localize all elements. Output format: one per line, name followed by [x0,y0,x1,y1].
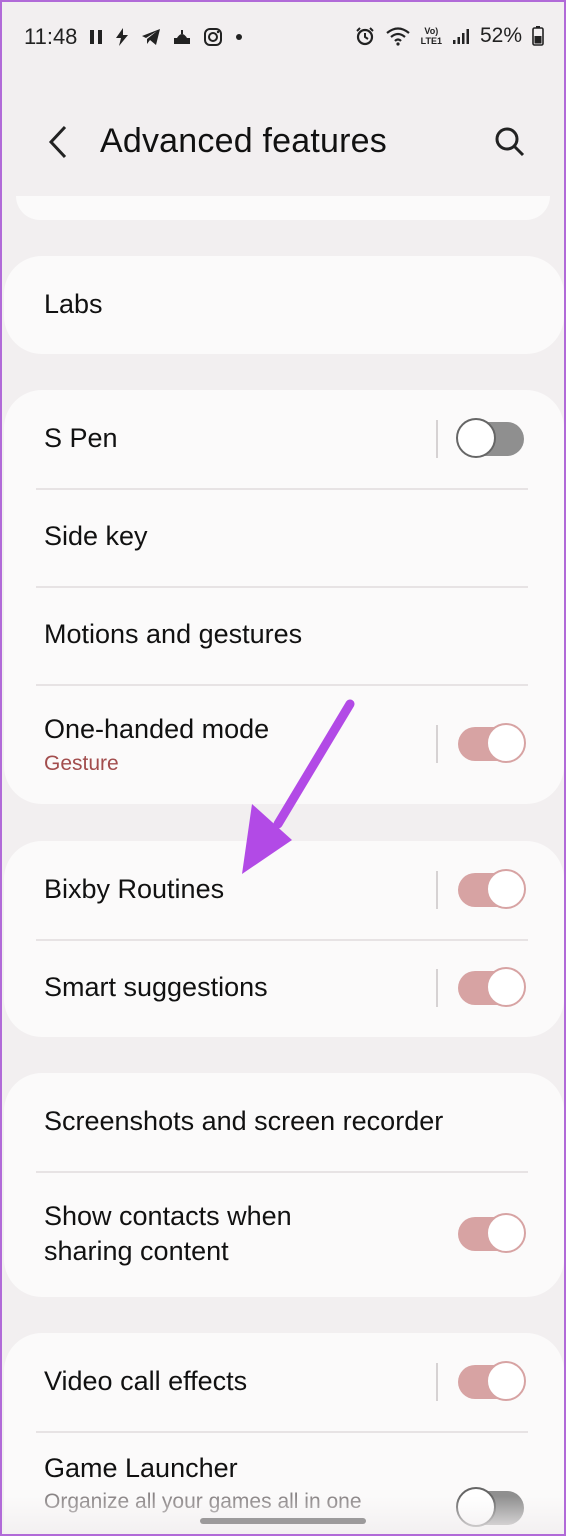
setting-label: Video call effects [44,1366,248,1397]
instagram-icon [203,27,223,47]
setting-subtitle: Gesture [44,751,119,775]
setting-motions-and-gestures[interactable]: Motions and gestures [4,586,564,684]
battery-percent: 52% [479,24,522,47]
app-notification-icon [173,29,191,45]
setting-label: S Pen [44,423,118,454]
lightning-icon [115,28,129,46]
setting-label: Game Launcher [44,1453,238,1483]
setting-label: Labs [44,289,103,320]
volte-icon: Vo) LTE1 [420,26,442,46]
previous-card-edge [16,196,550,220]
alarm-icon [355,26,375,46]
setting-label: Smart suggestions [44,972,268,1003]
divider [436,420,438,458]
battery-icon [532,26,544,46]
bottom-fade [0,1496,566,1536]
more-notifications-dot-icon [235,33,243,41]
setting-one-handed-mode[interactable]: One-handed mode Gesture [4,684,564,804]
one-handed-mode-toggle[interactable] [458,723,526,763]
bixby-routines-toggle[interactable] [458,869,526,909]
status-bar: 11:48 Vo) LTE1 52% [0,0,566,72]
setting-smart-suggestions[interactable]: Smart suggestions [4,939,564,1037]
lte-label: LTE1 [420,36,442,46]
pause-icon [89,29,103,45]
setting-side-key[interactable]: Side key [4,488,564,586]
back-button[interactable] [36,120,80,164]
settings-group-labs: Labs [4,256,564,354]
setting-label: Bixby Routines [44,874,225,905]
telegram-icon [141,28,161,46]
divider [436,871,438,909]
setting-label: Screenshots and screen recorder [44,1106,444,1137]
search-icon [495,127,525,157]
smart-suggestions-toggle[interactable] [458,967,526,1007]
setting-label-line-2: sharing content [44,1236,229,1266]
divider [436,725,438,763]
settings-group-controls: S Pen Side key Motions and gestures One-… [4,390,564,804]
setting-label: Side key [44,521,148,552]
page-title: Advanced features [100,122,387,160]
setting-label: One-handed mode [44,714,270,745]
setting-bixby-routines[interactable]: Bixby Routines [4,841,564,939]
search-button[interactable] [488,120,532,164]
settings-group-bixby: Bixby Routines Smart suggestions [4,841,564,1037]
app-bar: Advanced features [0,100,566,188]
setting-s-pen[interactable]: S Pen [4,390,564,488]
setting-show-contacts-when-sharing[interactable]: Show contacts when sharing content [4,1171,564,1297]
status-time: 11:48 [24,24,78,49]
settings-group-sharing: Screenshots and screen recorder Show con… [4,1073,564,1297]
setting-screenshots-and-screen-recorder[interactable]: Screenshots and screen recorder [4,1073,564,1171]
setting-label: Motions and gestures [44,619,303,650]
setting-label: Show contacts when [44,1200,292,1231]
video-call-effects-toggle[interactable] [458,1361,526,1401]
back-arrow-icon [48,125,67,159]
divider [436,969,438,1007]
setting-video-call-effects[interactable]: Video call effects [4,1333,564,1431]
show-contacts-toggle[interactable] [458,1213,526,1253]
wifi-icon [385,26,411,46]
home-indicator[interactable] [200,1518,366,1524]
s-pen-toggle[interactable] [456,418,524,458]
setting-labs[interactable]: Labs [4,256,564,354]
divider [436,1363,438,1401]
signal-icon [452,27,470,45]
